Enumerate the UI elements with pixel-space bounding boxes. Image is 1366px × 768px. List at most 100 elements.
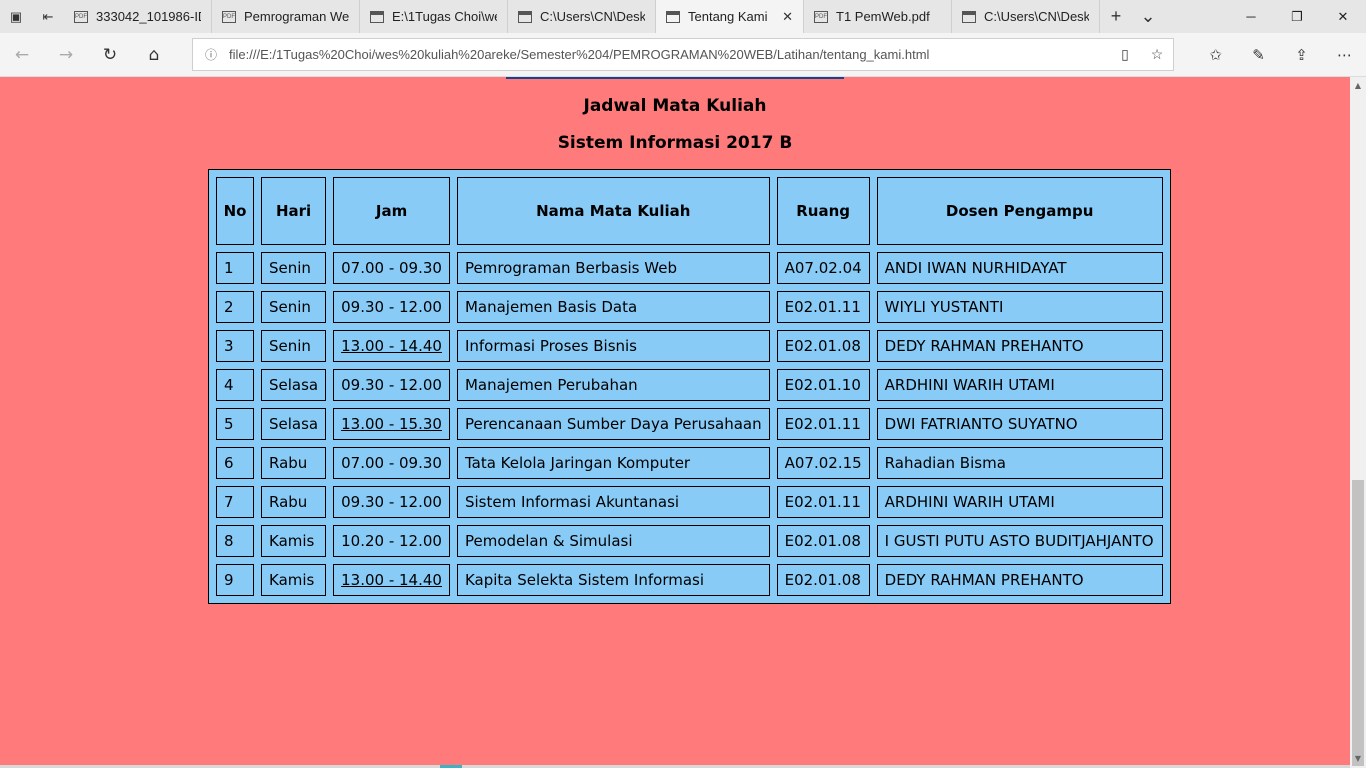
address-bar[interactable]: ⓘ file:///E:/1Tugas%20Choi/wes%20kuliah%… (192, 38, 1174, 71)
close-icon[interactable]: ✕ (1320, 0, 1366, 33)
home-icon[interactable]: ⌂ (132, 33, 176, 77)
vertical-scrollbar[interactable]: ▲ ▼ (1350, 77, 1366, 768)
cell-no: 6 (216, 447, 254, 479)
tab-1[interactable]: PDF 333042_101986-ID (64, 0, 212, 33)
table-row: 5 Selasa 13.00 - 15.30 Perencanaan Sumbe… (216, 408, 1163, 440)
close-tab-icon[interactable]: ✕ (782, 9, 793, 25)
navigation-bar: ← → ↻ ⌂ ⓘ file:///E:/1Tugas%20Choi/wes%2… (0, 33, 1366, 77)
set-tabs-aside-icon[interactable]: ⇤ (32, 0, 64, 33)
pdf-icon: PDF (74, 10, 88, 23)
window-icon (370, 10, 384, 23)
jam-link[interactable]: 13.00 - 14.40 (341, 337, 442, 355)
tab-title: E:\1Tugas Choi\we (392, 9, 497, 24)
new-tab-icon[interactable]: + (1100, 0, 1132, 33)
refresh-icon[interactable]: ↻ (88, 33, 132, 77)
cell-jam: 13.00 - 15.30 (333, 408, 450, 440)
cell-jam: 13.00 - 14.40 (333, 564, 450, 596)
cell-jam: 09.30 - 12.00 (333, 486, 450, 518)
cell-no: 7 (216, 486, 254, 518)
tab-4[interactable]: C:\Users\CN\Deskt (508, 0, 656, 33)
cell-ruang: E02.01.08 (776, 564, 870, 596)
cell-hari: Rabu (261, 486, 327, 518)
cell-dosen: ARDHINI WARIH UTAMI (876, 486, 1163, 518)
cell-hari: Kamis (261, 525, 327, 557)
tab-title: C:\Users\CN\Deskt (540, 9, 645, 24)
tab-title: 333042_101986-ID (96, 9, 201, 24)
cell-ruang: E02.01.11 (776, 408, 870, 440)
window-icon (518, 10, 532, 23)
scrollbar-thumb[interactable] (1352, 480, 1364, 766)
jam-link[interactable]: 13.00 - 14.40 (341, 571, 442, 589)
cell-hari: Senin (261, 252, 327, 284)
header-dosen: Dosen Pengampu (876, 177, 1163, 245)
pen-icon[interactable]: ✎ (1237, 33, 1280, 77)
cell-nama: Sistem Informasi Akuntanasi (456, 486, 770, 518)
pdf-icon: PDF (814, 10, 828, 23)
restore-icon[interactable]: ❐ (1274, 0, 1320, 33)
scroll-up-icon[interactable]: ▲ (1350, 79, 1366, 93)
table-row: 2 Senin 09.30 - 12.00 Manajemen Basis Da… (216, 291, 1163, 323)
cell-nama: Informasi Proses Bisnis (456, 330, 770, 362)
cell-jam: 10.20 - 12.00 (333, 525, 450, 557)
cell-no: 1 (216, 252, 254, 284)
forward-icon[interactable]: → (44, 33, 88, 77)
toolbar-right: ✩ ✎ ⇪ ⋯ (1194, 33, 1366, 77)
scroll-down-icon[interactable]: ▼ (1350, 752, 1366, 766)
cell-dosen: DEDY RAHMAN PREHANTO (876, 330, 1163, 362)
cell-nama: Pemrograman Berbasis Web (456, 252, 770, 284)
header-hari: Hari (261, 177, 327, 245)
cut-off-element (506, 77, 844, 79)
table-row: 7 Rabu 09.30 - 12.00 Sistem Informasi Ak… (216, 486, 1163, 518)
header-no: No (216, 177, 254, 245)
favorite-star-icon[interactable]: ☆ (1141, 46, 1173, 63)
cell-no: 3 (216, 330, 254, 362)
table-row: 9 Kamis 13.00 - 14.40 Kapita Selekta Sis… (216, 564, 1163, 596)
table-row: 6 Rabu 07.00 - 09.30 Tata Kelola Jaringa… (216, 447, 1163, 479)
address-url[interactable]: file:///E:/1Tugas%20Choi/wes%20kuliah%20… (229, 47, 1109, 62)
window-icon (962, 10, 976, 23)
window-controls: ─ ❐ ✕ (1228, 0, 1366, 33)
more-icon[interactable]: ⋯ (1323, 33, 1366, 77)
cell-hari: Selasa (261, 408, 327, 440)
tab-6[interactable]: PDF T1 PemWeb.pdf (804, 0, 952, 33)
info-icon[interactable]: ⓘ (193, 46, 229, 63)
chevron-down-icon[interactable]: ⌄ (1132, 0, 1164, 33)
back-icon[interactable]: ← (0, 33, 44, 77)
cell-ruang: A07.02.15 (776, 447, 870, 479)
cell-hari: Senin (261, 330, 327, 362)
minimize-icon[interactable]: ─ (1228, 0, 1274, 33)
cell-nama: Pemodelan & Simulasi (456, 525, 770, 557)
cell-no: 4 (216, 369, 254, 401)
header-ruang: Ruang (776, 177, 870, 245)
cell-jam: 09.30 - 12.00 (333, 291, 450, 323)
reading-view-icon[interactable]: ▯ (1109, 46, 1141, 63)
cell-nama: Manajemen Basis Data (456, 291, 770, 323)
tab-7[interactable]: C:\Users\CN\Deskt (952, 0, 1100, 33)
tab-3[interactable]: E:\1Tugas Choi\we (360, 0, 508, 33)
cell-dosen: WIYLI YUSTANTI (876, 291, 1163, 323)
pdf-icon: PDF (222, 10, 236, 23)
jam-link[interactable]: 13.00 - 15.30 (341, 415, 442, 433)
table-row: 4 Selasa 09.30 - 12.00 Manajemen Perubah… (216, 369, 1163, 401)
cell-hari: Senin (261, 291, 327, 323)
cell-jam: 07.00 - 09.30 (333, 447, 450, 479)
table-row: 1 Senin 07.00 - 09.30 Pemrograman Berbas… (216, 252, 1163, 284)
cell-dosen: Rahadian Bisma (876, 447, 1163, 479)
cell-dosen: I GUSTI PUTU ASTO BUDITJAHJANTO (876, 525, 1163, 557)
favorites-hub-icon[interactable]: ✩ (1194, 33, 1237, 77)
tab-actions-icon[interactable]: ▣ (0, 0, 32, 33)
header-jam: Jam (333, 177, 450, 245)
header-nama: Nama Mata Kuliah (456, 177, 770, 245)
cell-ruang: E02.01.08 (776, 330, 870, 362)
cell-no: 5 (216, 408, 254, 440)
tab-title: T1 PemWeb.pdf (836, 9, 930, 24)
cell-dosen: DEDY RAHMAN PREHANTO (876, 564, 1163, 596)
share-icon[interactable]: ⇪ (1280, 33, 1323, 77)
cell-jam: 09.30 - 12.00 (333, 369, 450, 401)
cell-dosen: ARDHINI WARIH UTAMI (876, 369, 1163, 401)
tab-2[interactable]: PDF Pemrograman Web (212, 0, 360, 33)
cell-ruang: E02.01.11 (776, 486, 870, 518)
tab-title: Tentang Kami (688, 9, 768, 24)
tab-title: Pemrograman Web (244, 9, 349, 24)
tab-5-active[interactable]: Tentang Kami ✕ (656, 0, 804, 33)
